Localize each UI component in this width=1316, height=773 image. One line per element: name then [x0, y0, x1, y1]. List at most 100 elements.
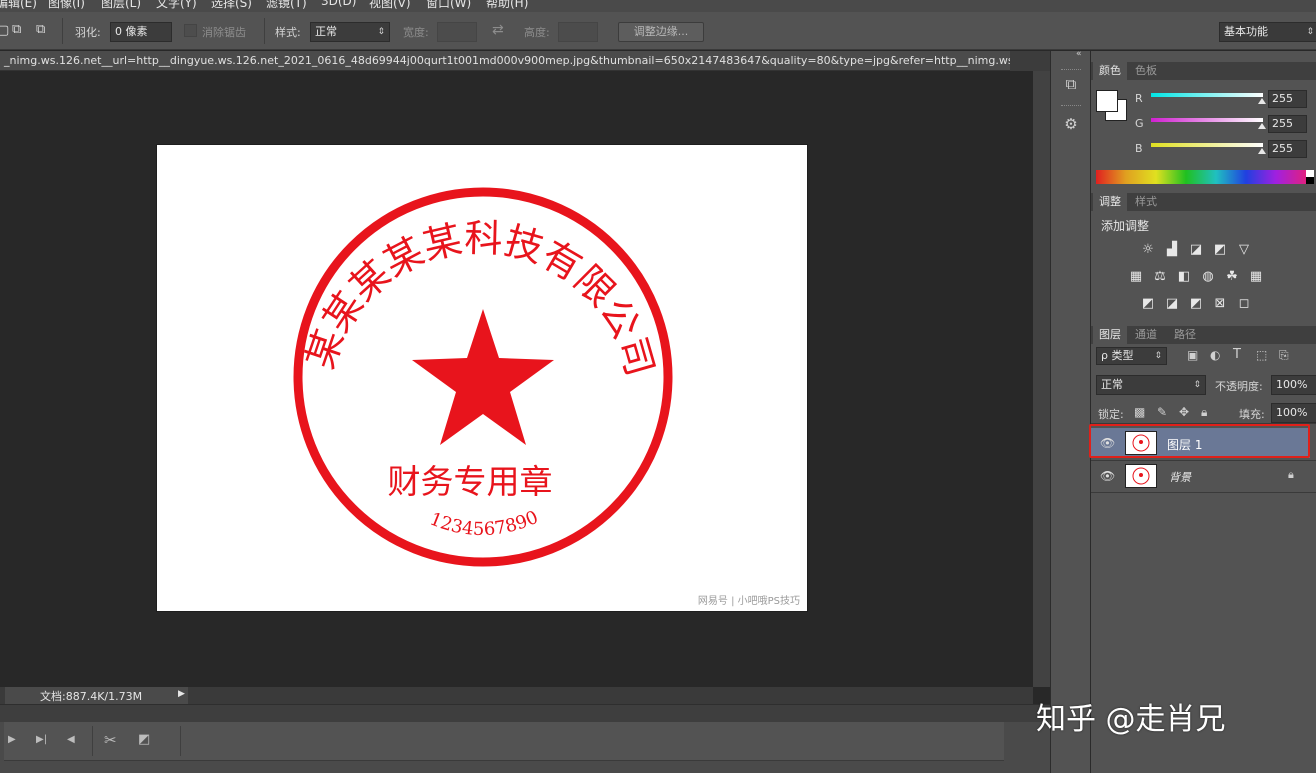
invert-icon[interactable]: ◩	[1140, 297, 1156, 311]
filter-shape-icon[interactable]: ⬚	[1256, 348, 1267, 362]
workspace-select[interactable]: 基本功能	[1219, 22, 1316, 42]
selection-mode-new-icon[interactable]: ▢	[0, 23, 9, 38]
history-panel-icon[interactable]: ⧉	[1060, 73, 1082, 95]
filter-smart-object-icon[interactable]: ⎘	[1279, 348, 1289, 363]
add-adjustment-label: 添加调整	[1101, 219, 1150, 233]
swap-arrows-icon[interactable]: ⇄	[492, 22, 504, 38]
image-credit: 网易号 | 小吧哦PS技巧	[698, 594, 800, 607]
layer-row-background[interactable]: 👁︎ 背景 🔒︎	[1091, 461, 1310, 491]
menu-filter[interactable]: 滤镜(T)	[266, 0, 307, 11]
menu-layer[interactable]: 图层(L)	[101, 0, 141, 11]
antialias-checkbox[interactable]	[184, 24, 197, 37]
selective-color-icon[interactable]: ◻	[1236, 297, 1252, 311]
vibrance-icon[interactable]: ▽	[1236, 243, 1252, 257]
color-lookup-icon[interactable]: ▦	[1248, 270, 1264, 284]
scissors-icon[interactable]: ✂	[104, 731, 117, 749]
black-white-icon[interactable]: ◧	[1176, 270, 1192, 284]
style-label: 样式:	[275, 26, 301, 39]
menu-view[interactable]: 视图(V)	[369, 0, 411, 11]
document-tab[interactable]: _nimg.ws.126.net__url=http__dingyue.ws.1…	[0, 51, 1038, 71]
height-input[interactable]	[558, 22, 598, 42]
lock-label: 锁定:	[1098, 408, 1124, 421]
menu-type[interactable]: 文字(Y)	[156, 0, 197, 11]
panel-dock: « ⧉ ⚙	[1050, 49, 1090, 773]
filter-type-icon[interactable]: T	[1233, 347, 1241, 362]
layer-kind-filter[interactable]: ρ 类型	[1096, 347, 1167, 365]
channel-g-slider[interactable]	[1151, 118, 1263, 122]
channel-g-label: G	[1135, 117, 1144, 130]
tab-layers[interactable]: 图层	[1093, 326, 1127, 344]
filter-adjustment-icon[interactable]: ◐	[1210, 348, 1220, 362]
channel-mixer-icon[interactable]: ☘	[1224, 270, 1240, 284]
fill-label: 填充:	[1239, 408, 1265, 421]
menu-edit[interactable]: 编辑(E)	[0, 0, 37, 11]
blend-mode-select[interactable]: 正常	[1096, 375, 1206, 395]
status-menu-arrow-icon[interactable]: ▶	[178, 689, 185, 699]
levels-icon[interactable]: ▟	[1164, 243, 1180, 257]
channel-r-thumb[interactable]	[1258, 98, 1266, 104]
color-spectrum[interactable]	[1096, 170, 1306, 184]
threshold-icon[interactable]: ◩	[1188, 297, 1204, 311]
right-panels: 颜色 色板 R 255 G 255 B 255 调整 样式 添加调整 ☼ ▟ ◪…	[1089, 51, 1316, 773]
channel-b-label: B	[1135, 142, 1143, 155]
tab-swatches[interactable]: 色板	[1129, 62, 1163, 80]
channel-b-slider[interactable]	[1151, 143, 1263, 147]
tab-styles[interactable]: 样式	[1129, 193, 1163, 211]
width-input[interactable]	[437, 22, 477, 42]
menu-select[interactable]: 选择(S)	[211, 0, 252, 11]
tab-adjustments[interactable]: 调整	[1093, 193, 1127, 211]
filter-pixel-icon[interactable]: ▣	[1187, 348, 1198, 362]
channel-r-slider[interactable]	[1151, 93, 1263, 97]
channel-b-value[interactable]: 255	[1268, 140, 1307, 158]
curves-icon[interactable]: ◪	[1188, 243, 1204, 257]
foreground-color-swatch[interactable]	[1096, 90, 1118, 112]
selection-mode-add-icon[interactable]: ⧉	[12, 22, 21, 37]
menu-help[interactable]: 帮助(H)	[486, 0, 528, 11]
lock-position-icon[interactable]: ✥	[1179, 405, 1189, 419]
channel-g-thumb[interactable]	[1258, 123, 1266, 129]
refine-edge-button[interactable]: 调整边缘...	[618, 22, 704, 42]
channel-b-thumb[interactable]	[1258, 148, 1266, 154]
layer-name[interactable]: 背景	[1169, 469, 1191, 485]
selection-mode-subtract-icon[interactable]: ⧉	[36, 22, 45, 37]
layers-panel-tabs: 图层 通道 路径	[1091, 326, 1316, 344]
exposure-icon[interactable]: ◩	[1212, 243, 1228, 257]
collapse-panels-icon[interactable]: «	[1076, 49, 1082, 59]
style-select[interactable]: 正常	[310, 22, 390, 42]
channel-r-value[interactable]: 255	[1268, 90, 1307, 108]
visibility-eye-icon[interactable]: 👁︎	[1100, 469, 1115, 483]
antialias-label: 消除锯齿	[202, 26, 246, 39]
lock-image-icon[interactable]: ✎	[1157, 405, 1167, 419]
play-icon[interactable]: ▶	[8, 734, 16, 745]
tab-channels[interactable]: 通道	[1129, 326, 1163, 344]
width-label: 宽度:	[403, 26, 429, 39]
feather-input[interactable]: 0 像素	[110, 22, 172, 42]
layer-lock-icon: 🔒︎	[1288, 468, 1294, 481]
opacity-input[interactable]: 100%	[1271, 375, 1316, 395]
tab-paths[interactable]: 路径	[1168, 326, 1202, 344]
fill-input[interactable]: 100%	[1271, 403, 1316, 423]
timeline-panel: ▶ ▶| ◀ ✂ ◩	[0, 722, 1050, 773]
properties-panel-icon[interactable]: ⚙	[1060, 113, 1082, 135]
channel-g-value[interactable]: 255	[1268, 115, 1307, 133]
menu-image[interactable]: 图像(I)	[48, 0, 85, 11]
next-frame-icon[interactable]: ▶|	[36, 734, 47, 745]
lock-transparent-icon[interactable]: ▩	[1134, 405, 1145, 419]
photo-filter-icon[interactable]: ◍	[1200, 270, 1216, 284]
tab-color[interactable]: 颜色	[1093, 62, 1127, 80]
posterize-icon[interactable]: ◪	[1164, 297, 1180, 311]
seal-star-icon	[412, 309, 554, 445]
document-canvas[interactable]: 某某某某某科技有限公司 财务专用章 1234567890 网易号 | 小吧哦PS…	[157, 145, 807, 611]
color-balance-icon[interactable]: ⚖	[1152, 270, 1168, 284]
gradient-map-icon[interactable]: ⊠	[1212, 297, 1228, 311]
menu-window[interactable]: 窗口(W)	[426, 0, 471, 11]
brightness-icon[interactable]: ☼	[1140, 243, 1156, 257]
lock-all-icon[interactable]: 🔒︎	[1201, 405, 1207, 420]
vertical-scrollbar[interactable]	[1033, 71, 1050, 687]
menu-3d[interactable]: 3D(D)	[321, 0, 356, 8]
opacity-label: 不透明度:	[1215, 380, 1263, 393]
audio-icon[interactable]: ◀	[67, 734, 75, 745]
transition-icon[interactable]: ◩	[138, 732, 150, 747]
hue-saturation-icon[interactable]: ▦	[1128, 270, 1144, 284]
selected-layer-highlight	[1089, 424, 1310, 458]
